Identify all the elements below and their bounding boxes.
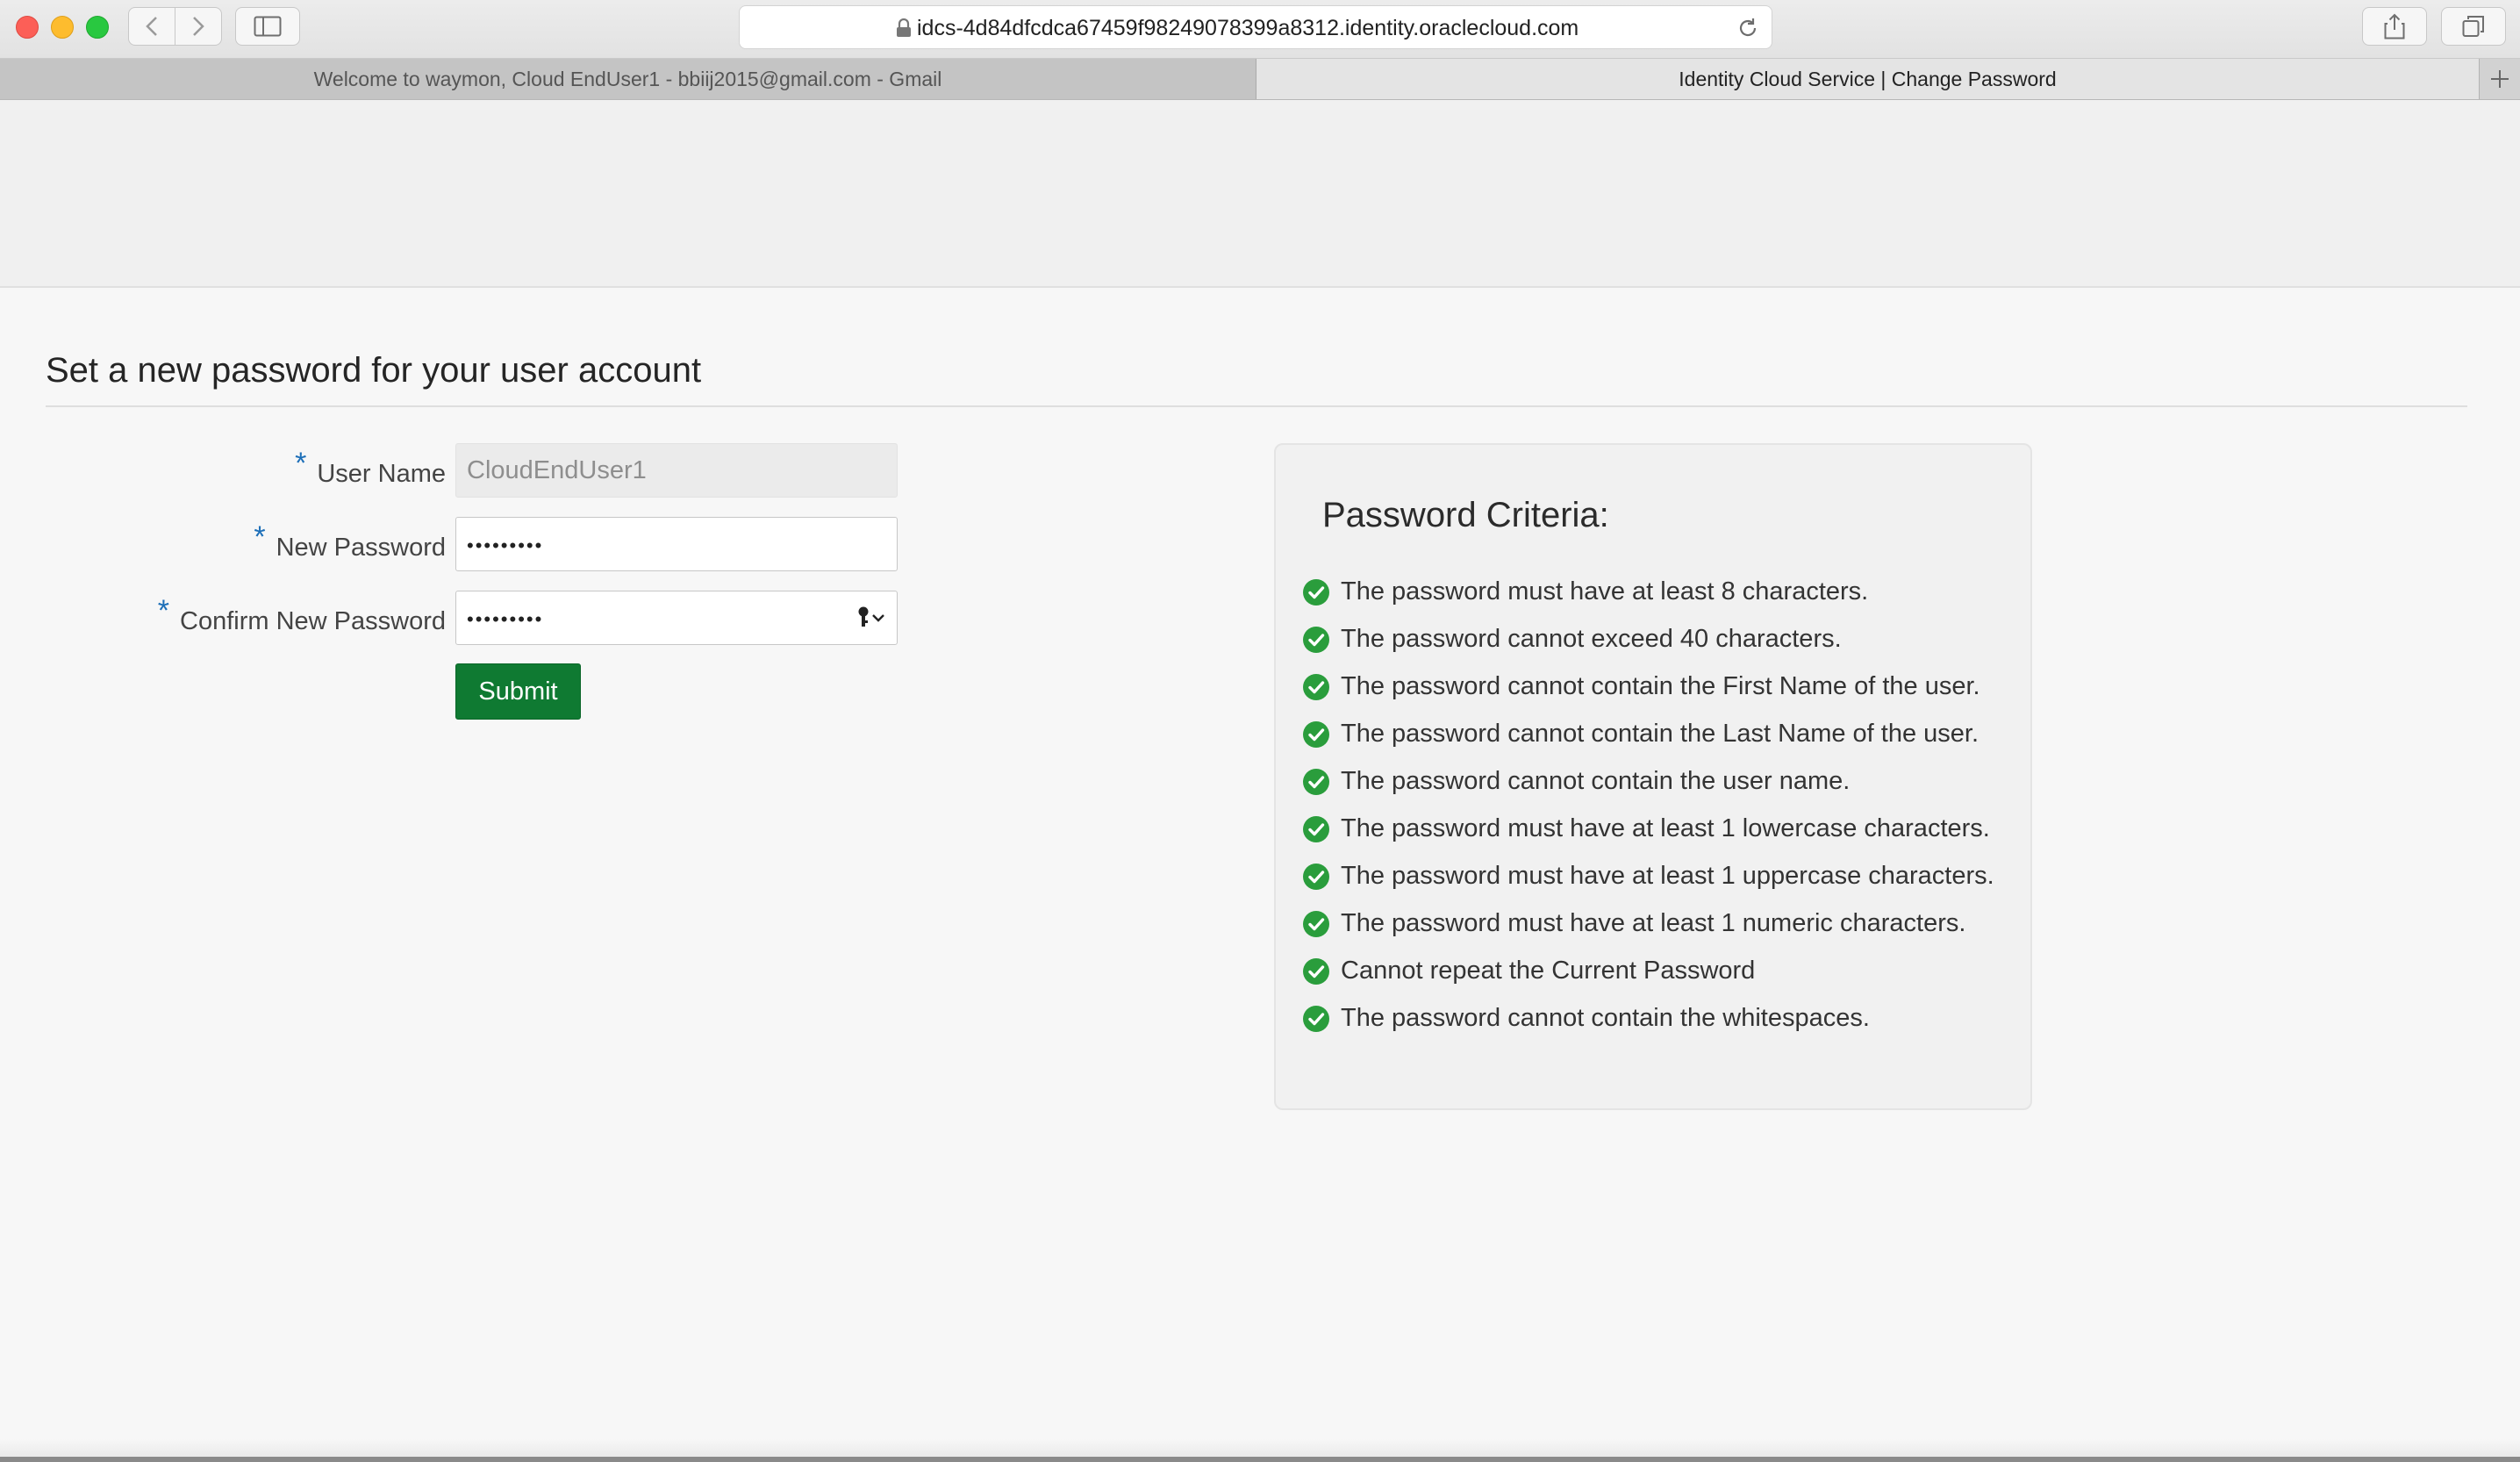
check-circle-icon (1303, 579, 1329, 606)
check-circle-icon (1303, 674, 1329, 700)
criteria-text: The password cannot contain the user nam… (1341, 767, 1851, 795)
criteria-text: Cannot repeat the Current Password (1341, 957, 1756, 985)
chevron-left-icon (146, 17, 157, 36)
new-password-value: ••••••••• (467, 534, 544, 556)
username-row: * User Name (0, 443, 446, 498)
confirm-password-value: ••••••••• (467, 608, 544, 630)
confirm-password-row: * Confirm New Password (0, 591, 446, 645)
password-criteria-panel: Password Criteria: The password must hav… (1274, 443, 2032, 1110)
close-window-button[interactable] (16, 16, 39, 39)
tabs-icon (2462, 16, 2484, 37)
forward-button[interactable] (175, 7, 222, 46)
check-circle-icon (1303, 864, 1329, 890)
page-header (0, 100, 2520, 288)
submit-button[interactable]: Submit (455, 663, 581, 720)
share-button[interactable] (2362, 7, 2427, 46)
tab-overview-button[interactable] (2441, 7, 2506, 46)
check-circle-icon (1303, 958, 1329, 985)
check-circle-icon (1303, 911, 1329, 937)
required-marker: * (254, 520, 266, 554)
required-marker: * (157, 594, 170, 627)
check-circle-icon (1303, 816, 1329, 842)
new-password-field[interactable]: ••••••••• (455, 517, 898, 571)
share-icon (2384, 13, 2405, 39)
sidebar-icon (254, 16, 282, 37)
confirm-password-label: * Confirm New Password (157, 594, 446, 635)
plus-icon (2491, 70, 2509, 88)
criteria-heading: Password Criteria: (1322, 496, 1609, 534)
tab-bar: Welcome to waymon, Cloud EndUser1 - bbii… (0, 59, 2520, 100)
check-circle-icon (1303, 627, 1329, 653)
minimize-window-button[interactable] (51, 16, 74, 39)
username-field[interactable]: CloudEndUser1 (455, 443, 898, 498)
tab-change-password[interactable]: Identity Cloud Service | Change Password (1256, 59, 2480, 99)
required-marker: * (295, 447, 307, 480)
check-circle-icon (1303, 1006, 1329, 1032)
criteria-text: The password cannot exceed 40 characters… (1341, 625, 1842, 653)
browser-toolbar: idcs-4d84dfcdca67459f98249078399a8312.id… (0, 0, 2520, 59)
criteria-text: The password must have at least 1 numeri… (1341, 909, 1966, 937)
fullscreen-window-button[interactable] (86, 16, 109, 39)
new-tab-button[interactable] (2480, 59, 2520, 99)
title-divider (46, 405, 2467, 407)
reload-icon[interactable] (1736, 17, 1759, 39)
new-password-row: * New Password (0, 517, 446, 571)
address-bar[interactable]: idcs-4d84dfcdca67459f98249078399a8312.id… (739, 5, 1772, 49)
check-circle-icon (1303, 769, 1329, 795)
tab-gmail[interactable]: Welcome to waymon, Cloud EndUser1 - bbii… (0, 59, 1256, 99)
page-title: Set a new password for your user account (46, 351, 702, 390)
criteria-text: The password must have at least 1 lowerc… (1341, 814, 1990, 842)
chevron-right-icon (193, 17, 204, 36)
criteria-text: The password cannot contain the Last Nam… (1341, 720, 1979, 748)
confirm-password-field[interactable]: ••••••••• (455, 591, 898, 645)
username-label: * User Name (295, 447, 446, 488)
window-bottom-edge (0, 1457, 2520, 1462)
new-password-label: * New Password (254, 520, 446, 562)
lock-icon (897, 18, 911, 37)
back-button[interactable] (128, 7, 175, 46)
password-autofill-key-icon[interactable] (856, 606, 886, 630)
criteria-text: The password must have at least 8 charac… (1341, 577, 1869, 606)
main-content: Set a new password for your user account… (0, 288, 2520, 1462)
criteria-text: The password cannot contain the whitespa… (1341, 1004, 1870, 1032)
criteria-text: The password cannot contain the First Na… (1341, 672, 1980, 700)
url-text: idcs-4d84dfcdca67459f98249078399a8312.id… (917, 16, 1579, 40)
criteria-text: The password must have at least 1 upperc… (1341, 862, 1994, 890)
sidebar-button[interactable] (235, 7, 300, 46)
check-circle-icon (1303, 721, 1329, 748)
